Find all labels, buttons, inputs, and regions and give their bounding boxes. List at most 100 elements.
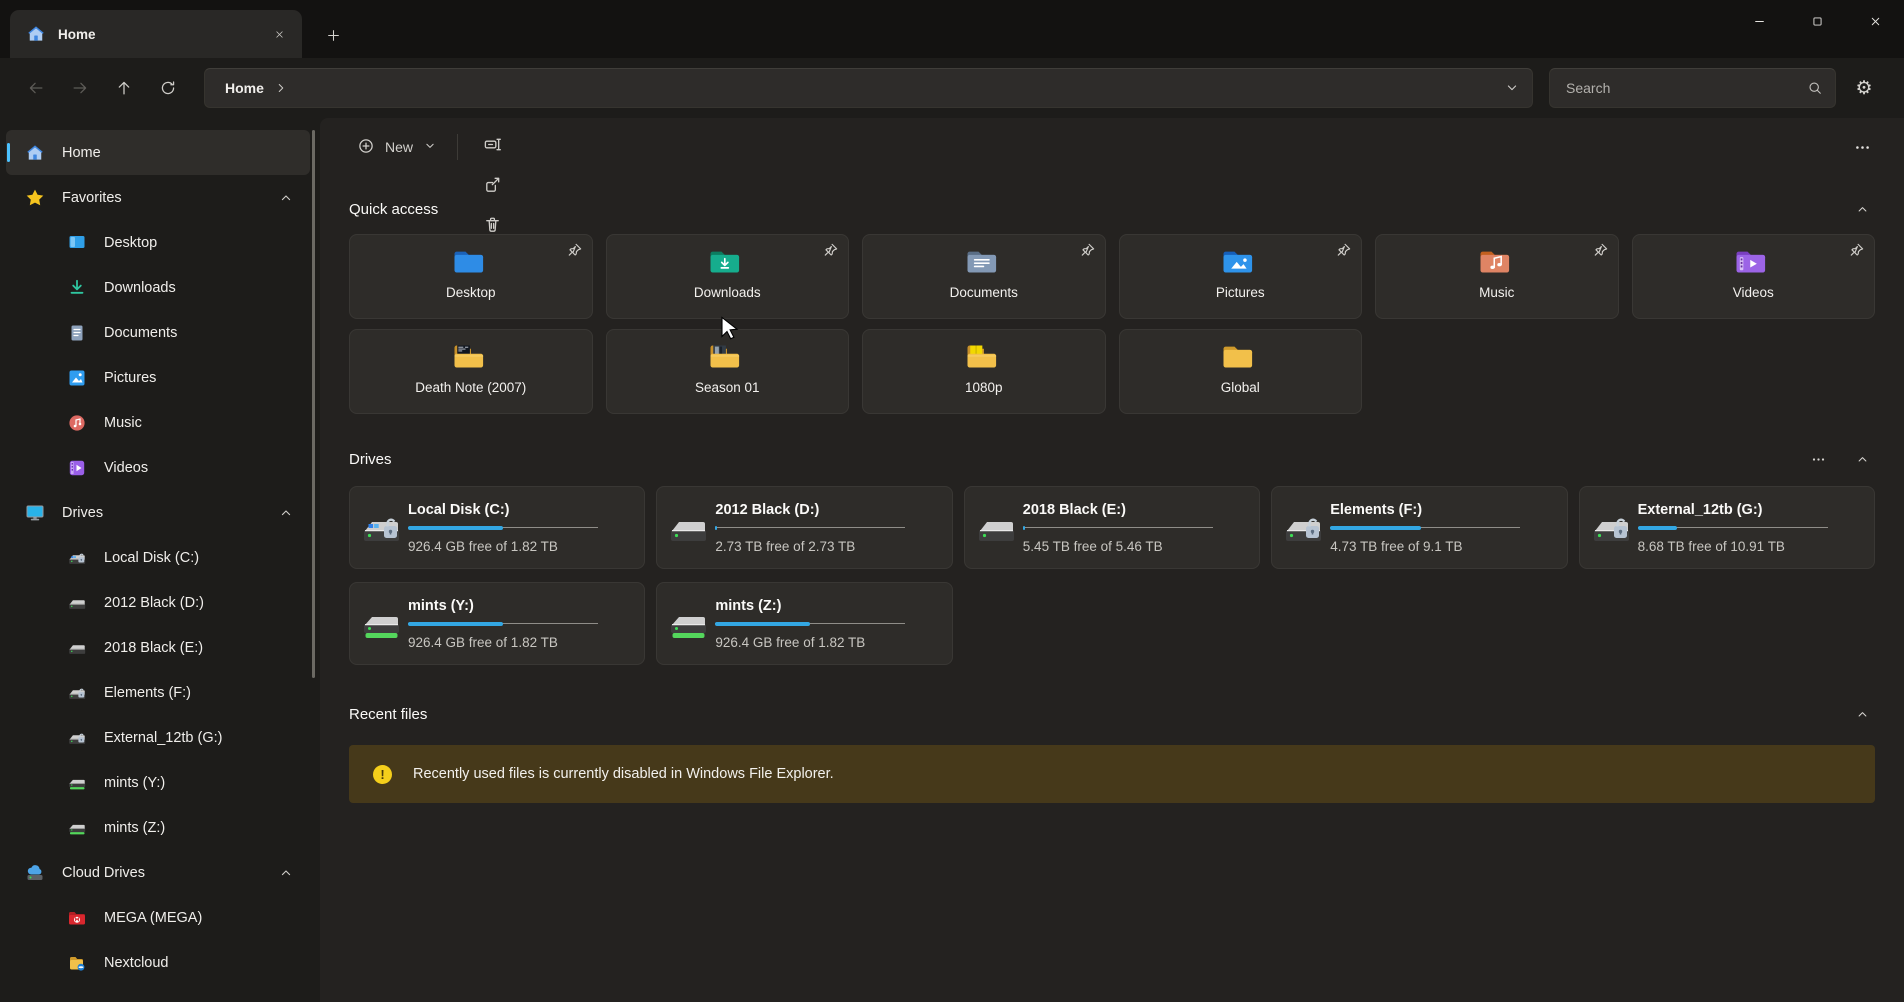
drive-tile-local-disk-c[interactable]: Local Disk (C:)926.4 GB free of 1.82 TB (349, 486, 645, 569)
drive-name: mints (Z:) (715, 598, 905, 614)
settings-button[interactable]: ⚙ (1842, 68, 1886, 108)
sidebar-item-label: Desktop (104, 235, 310, 251)
tile-music[interactable]: Music (1375, 234, 1619, 319)
drive-usage-bar (1330, 525, 1520, 531)
up-button[interactable] (102, 68, 146, 108)
drive-green-icon (66, 817, 88, 839)
drives-more-button[interactable] (1805, 448, 1831, 470)
house-icon (24, 142, 46, 164)
drive-free-space: 4.73 TB free of 9.1 TB (1330, 539, 1520, 554)
sidebar-scrollbar[interactable] (312, 130, 315, 678)
recent-files-collapse-button[interactable] (1849, 703, 1875, 725)
drives-collapse-button[interactable] (1849, 448, 1875, 470)
address-bar[interactable]: Home (204, 68, 1533, 108)
paste-icon (483, 118, 502, 119)
sidebar-item-drives[interactable]: Drives (6, 490, 310, 535)
folder-pictures-icon (1220, 244, 1260, 278)
new-tab-button[interactable] (318, 20, 348, 50)
close-button[interactable] (1846, 0, 1904, 42)
tile-1080p[interactable]: 1080p (862, 329, 1106, 414)
sidebar: Home Favorites Desktop Downloads Documents Pi… (0, 118, 320, 1002)
tile-label: Death Note (2007) (415, 380, 526, 395)
chevron-up-icon[interactable] (278, 505, 294, 521)
back-button[interactable] (14, 68, 58, 108)
navigation-bar: Home Search ⚙ (0, 58, 1904, 118)
drive-tile-mints-y[interactable]: mints (Y:)926.4 GB free of 1.82 TB (349, 582, 645, 665)
search-icon (1807, 80, 1823, 96)
sidebar-item-mints-y[interactable]: mints (Y:) (6, 760, 310, 805)
search-input[interactable]: Search (1549, 68, 1836, 108)
sidebar-item-label: Documents (104, 325, 310, 341)
sidebar-item-pictures[interactable]: Pictures (6, 355, 310, 400)
sidebar-item-label: Home (62, 145, 310, 161)
sidebar-item-desktop[interactable]: Desktop (6, 220, 310, 265)
window-controls (1730, 0, 1904, 42)
pin-icon (1335, 242, 1352, 259)
drive-free-space: 926.4 GB free of 1.82 TB (408, 539, 598, 554)
minimize-button[interactable] (1730, 0, 1788, 42)
drive-tile-elements-f[interactable]: Elements (F:)4.73 TB free of 9.1 TB (1271, 486, 1567, 569)
folder-deathnote-icon (451, 339, 491, 373)
tile-label: 1080p (965, 380, 1003, 395)
sidebar-item-documents[interactable]: Documents (6, 310, 310, 355)
forward-button[interactable] (58, 68, 102, 108)
tile-downloads[interactable]: Downloads (606, 234, 850, 319)
drive-name: 2018 Black (E:) (1023, 502, 1213, 518)
tile-label: Global (1221, 380, 1260, 395)
sidebar-item-videos[interactable]: Videos (6, 445, 310, 490)
tile-documents[interactable]: Documents (862, 234, 1106, 319)
tile-desktop[interactable]: Desktop (349, 234, 593, 319)
tile-season-01[interactable]: Season 01 (606, 329, 850, 414)
tile-global[interactable]: Global (1119, 329, 1363, 414)
drive-tile-external-12tb-g[interactable]: External_12tb (G:)8.68 TB free of 10.91 … (1579, 486, 1875, 569)
quick-access-collapse-button[interactable] (1849, 198, 1875, 220)
tile-label: Pictures (1216, 285, 1265, 300)
new-button[interactable]: New (345, 127, 449, 167)
sidebar-item-local-disk-c[interactable]: Local Disk (C:) (6, 535, 310, 580)
sidebar-item-elements-f[interactable]: Elements (F:) (6, 670, 310, 715)
chevron-down-icon (423, 139, 437, 156)
rename-button[interactable] (468, 127, 516, 167)
address-dropdown-icon[interactable] (1504, 80, 1520, 96)
titlebar: Home (0, 0, 1904, 58)
toolbar-separator (457, 134, 458, 160)
tile-videos[interactable]: Videos (1632, 234, 1876, 319)
tab-close-icon[interactable] (266, 21, 292, 47)
video-film-icon (66, 457, 88, 479)
drive-lock-icon (1280, 508, 1326, 548)
tile-pictures[interactable]: Pictures (1119, 234, 1363, 319)
sidebar-item-downloads[interactable]: Downloads (6, 265, 310, 310)
sidebar-item-favorites[interactable]: Favorites (6, 175, 310, 220)
breadcrumb[interactable]: Home (225, 80, 264, 96)
pin-icon (566, 242, 583, 259)
sidebar-item-cloud-drives[interactable]: Cloud Drives (6, 850, 310, 895)
share-button[interactable] (468, 167, 516, 207)
drive-tile-mints-z[interactable]: mints (Z:)926.4 GB free of 1.82 TB (656, 582, 952, 665)
paste-button[interactable] (468, 118, 516, 127)
sidebar-item-mints-z[interactable]: mints (Z:) (6, 805, 310, 850)
sidebar-item-external-12tb-g[interactable]: External_12tb (G:) (6, 715, 310, 760)
sidebar-item-2012-black-d[interactable]: 2012 Black (D:) (6, 580, 310, 625)
sidebar-item-label: Nextcloud (104, 955, 310, 971)
home-scroll-area: Quick access DesktopDownloadsDocumentsPi… (320, 198, 1904, 803)
drives-header: Drives (349, 448, 1875, 470)
chevron-up-icon[interactable] (278, 865, 294, 881)
sidebar-item-2018-black-e[interactable]: 2018 Black (E:) (6, 625, 310, 670)
drive-tile-2012-black-d[interactable]: 2012 Black (D:)2.73 TB free of 2.73 TB (656, 486, 952, 569)
chevron-up-icon[interactable] (278, 190, 294, 206)
more-options-button[interactable] (1842, 127, 1882, 167)
drive-tile-2018-black-e[interactable]: 2018 Black (E:)5.45 TB free of 5.46 TB (964, 486, 1260, 569)
sidebar-item-label: Drives (62, 505, 278, 521)
sidebar-item-nextcloud[interactable]: Nextcloud (6, 940, 310, 985)
pin-icon (1848, 242, 1865, 259)
tab-home[interactable]: Home (10, 10, 302, 58)
sidebar-item-music[interactable]: Music (6, 400, 310, 445)
refresh-button[interactable] (146, 68, 190, 108)
toolbar: New (320, 118, 1904, 176)
sidebar-item-mega-mega[interactable]: MEGA (MEGA) (6, 895, 310, 940)
maximize-button[interactable] (1788, 0, 1846, 42)
sidebar-item-home[interactable]: Home (6, 130, 310, 175)
tile-death-note-2007[interactable]: Death Note (2007) (349, 329, 593, 414)
sidebar-item-label: Favorites (62, 190, 278, 206)
folder-music-icon (1477, 244, 1517, 278)
